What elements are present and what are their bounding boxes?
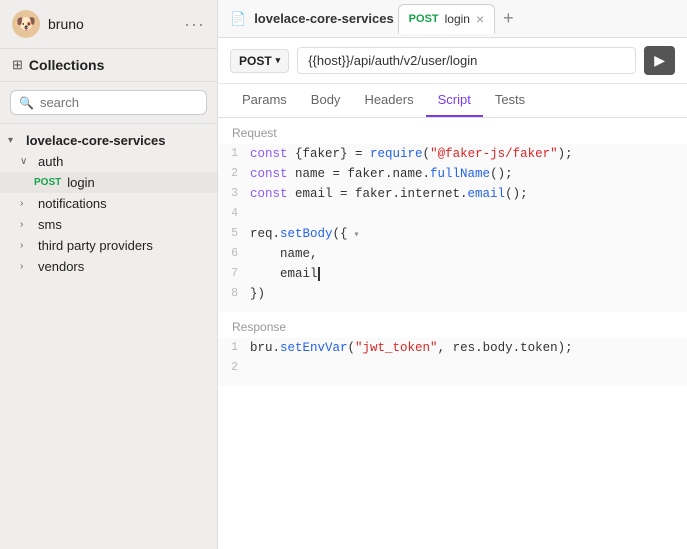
chevron-icon: › — [20, 240, 34, 251]
search-wrap: 🔍 — [10, 90, 207, 115]
tab-tests[interactable]: Tests — [483, 84, 537, 117]
request-code-block: 1 const {faker} = require("@faker-js/fak… — [218, 144, 687, 312]
tree-folder-label: sms — [38, 217, 62, 232]
app-icon: 🐶 — [12, 10, 40, 38]
chevron-icon: ▾ — [8, 135, 22, 146]
code-line-8: 8 }) — [218, 284, 687, 304]
tab-method-badge: POST — [409, 13, 439, 25]
tab-post-login[interactable]: POST login × — [398, 4, 496, 34]
collections-label: Collections — [29, 57, 104, 73]
add-tab-button[interactable]: + — [499, 8, 518, 29]
window-title: lovelace-core-services — [254, 11, 393, 26]
app-title: bruno — [48, 16, 176, 32]
code-line-6: 6 name, — [218, 244, 687, 264]
app-header: 🐶 bruno ··· — [0, 0, 217, 49]
tab-name: login — [445, 12, 470, 26]
tree-item-post-login[interactable]: POST login — [0, 172, 217, 193]
method-badge: POST — [34, 177, 61, 188]
tree-item-auth[interactable]: ∨ auth — [0, 151, 217, 172]
collections-icon: ⊞ — [12, 57, 23, 73]
url-input[interactable] — [297, 47, 636, 74]
script-content: Request 1 const {faker} = require("@fake… — [218, 118, 687, 549]
more-button[interactable]: ··· — [184, 15, 205, 33]
tab-body[interactable]: Body — [299, 84, 353, 117]
tree-folder-label: notifications — [38, 196, 107, 211]
search-icon: 🔍 — [19, 96, 34, 110]
file-tree: ▾ lovelace-core-services ∨ auth POST log… — [0, 124, 217, 549]
tree-item-sms[interactable]: › sms — [0, 214, 217, 235]
tab-bar: 📄 lovelace-core-services POST login × + — [218, 0, 687, 38]
nav-tabs: Params Body Headers Script Tests — [218, 84, 687, 118]
tab-close-button[interactable]: × — [476, 11, 484, 27]
tree-item-third-party-providers[interactable]: › third party providers — [0, 235, 217, 256]
chevron-icon: › — [20, 198, 34, 209]
response-code-line-2: 2 — [218, 358, 687, 378]
search-bar: 🔍 — [0, 82, 217, 124]
chevron-icon: ∨ — [20, 156, 34, 167]
url-bar: POST ▾ ▶ — [218, 38, 687, 84]
method-label: POST — [239, 54, 272, 68]
chevron-icon: › — [20, 261, 34, 272]
code-line-3: 3 const email = faker.internet.email(); — [218, 184, 687, 204]
tree-folder-label: third party providers — [38, 238, 153, 253]
code-line-5: 5 req.setBody({ ▾ — [218, 224, 687, 244]
tree-item-vendors[interactable]: › vendors — [0, 256, 217, 277]
main-panel: 📄 lovelace-core-services POST login × + … — [218, 0, 687, 549]
window-icon: 📄 — [230, 11, 246, 27]
search-input[interactable] — [40, 95, 198, 110]
chevron-icon: › — [20, 219, 34, 230]
response-code-block: 1 bru.setEnvVar("jwt_token", res.body.to… — [218, 338, 687, 386]
sidebar: 🐶 bruno ··· ⊞ Collections 🔍 ▾ lovelace-c… — [0, 0, 218, 549]
tree-folder-label: vendors — [38, 259, 84, 274]
tree-item-root[interactable]: ▾ lovelace-core-services — [0, 130, 217, 151]
tree-root-label: lovelace-core-services — [26, 133, 165, 148]
code-line-2: 2 const name = faker.name.fullName(); — [218, 164, 687, 184]
tab-script[interactable]: Script — [426, 84, 483, 117]
tree-request-label: login — [67, 175, 94, 190]
response-code-line-1: 1 bru.setEnvVar("jwt_token", res.body.to… — [218, 338, 687, 358]
tree-item-notifications[interactable]: › notifications — [0, 193, 217, 214]
code-line-7: 7 email — [218, 264, 687, 284]
collections-bar: ⊞ Collections — [0, 49, 217, 82]
tree-folder-label: auth — [38, 154, 63, 169]
send-button[interactable]: ▶ — [644, 46, 675, 75]
method-chevron-icon: ▾ — [276, 55, 281, 66]
tab-params[interactable]: Params — [230, 84, 299, 117]
request-label: Request — [218, 118, 687, 144]
code-line-4: 4 — [218, 204, 687, 224]
response-label: Response — [218, 312, 687, 338]
tab-headers[interactable]: Headers — [352, 84, 425, 117]
method-select[interactable]: POST ▾ — [230, 49, 289, 73]
code-line-1: 1 const {faker} = require("@faker-js/fak… — [218, 144, 687, 164]
